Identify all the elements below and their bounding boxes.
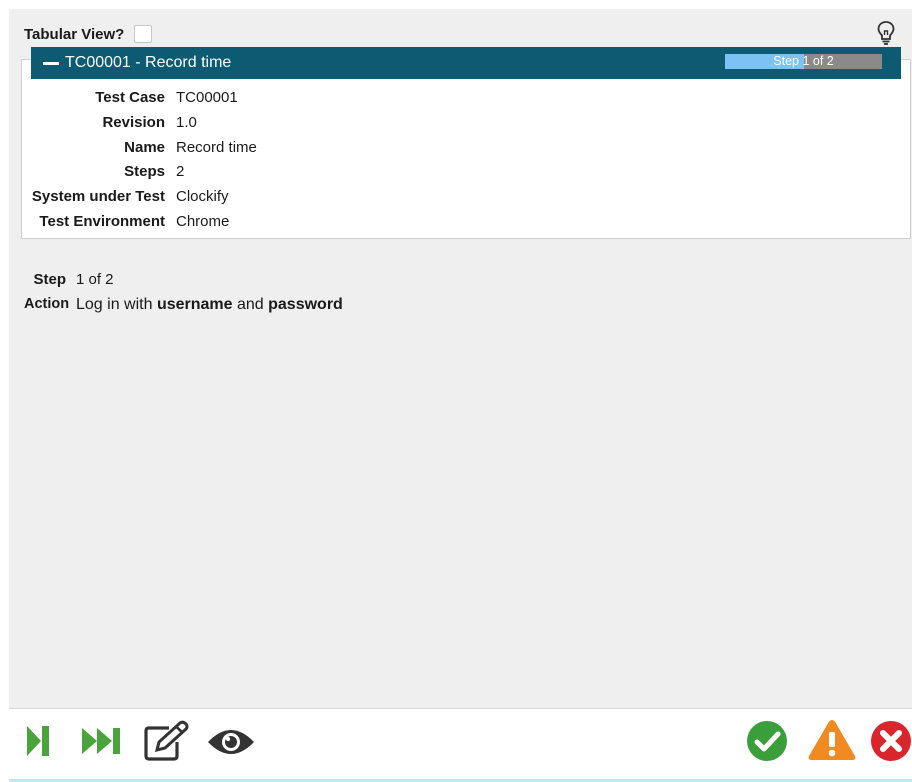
progress-text: Step 1 of 2 xyxy=(773,54,834,68)
detail-value: Clockify xyxy=(176,188,229,206)
warning-icon[interactable] xyxy=(807,718,857,762)
detail-label: Steps xyxy=(124,163,165,181)
detail-value: TC00001 xyxy=(176,89,238,106)
step-row: Step 1 of 2 xyxy=(24,266,343,292)
detail-row-revision: Revision 1.0 xyxy=(22,111,257,136)
tabular-view-checkbox[interactable] xyxy=(134,25,153,43)
step-label: Step xyxy=(33,270,66,288)
detail-row-system-under-test: System under Test Clockify xyxy=(22,185,257,210)
fast-forward-icon[interactable] xyxy=(80,726,124,756)
detail-label: Test Environment xyxy=(39,212,165,230)
detail-value: 1.0 xyxy=(176,113,197,131)
step-progress-bar: Step 1 of 2 xyxy=(725,54,882,69)
action-text-part: Log in with xyxy=(76,296,157,313)
detail-label: Name xyxy=(124,138,165,156)
test-case-title: TC00001 - Record time xyxy=(65,54,232,71)
detail-label: Test Case xyxy=(95,89,165,106)
current-step: Step 1 of 2 Action Log in with username … xyxy=(24,266,343,314)
fail-icon[interactable] xyxy=(870,720,912,762)
detail-row-test-environment: Test Environment Chrome xyxy=(22,210,257,235)
action-label: Action xyxy=(24,296,70,312)
detail-value: 2 xyxy=(176,163,185,181)
eye-icon[interactable] xyxy=(206,726,256,758)
detail-value: Chrome xyxy=(176,212,230,230)
edit-icon[interactable] xyxy=(143,720,191,762)
action-text-bold: username xyxy=(156,296,233,313)
step-forward-icon[interactable] xyxy=(25,724,53,758)
action-row: Action Log in with username and password xyxy=(24,296,343,314)
action-text-bold: password xyxy=(268,296,343,313)
action-text-part: and xyxy=(232,296,269,313)
action-text: Log in with username and password xyxy=(76,296,343,314)
collapse-icon[interactable] xyxy=(43,61,59,65)
tabular-view-toggle: Tabular View? xyxy=(24,24,153,44)
pass-icon[interactable] xyxy=(746,720,788,762)
test-case-header[interactable]: TC00001 - Record time Step 1 of 2 xyxy=(31,47,901,79)
tabular-view-label: Tabular View? xyxy=(24,25,125,43)
test-case-details: Test Case TC00001 Revision 1.0 Name Reco… xyxy=(22,86,257,235)
detail-value: Record time xyxy=(176,138,257,156)
detail-row-name: Name Record time xyxy=(22,136,257,161)
detail-label: Revision xyxy=(102,113,165,131)
detail-row-test-case: Test Case TC00001 xyxy=(22,86,257,111)
step-value: 1 of 2 xyxy=(76,270,114,288)
lightbulb-icon[interactable] xyxy=(876,20,896,46)
detail-row-steps: Steps 2 xyxy=(22,160,257,185)
detail-label: System under Test xyxy=(31,188,165,206)
